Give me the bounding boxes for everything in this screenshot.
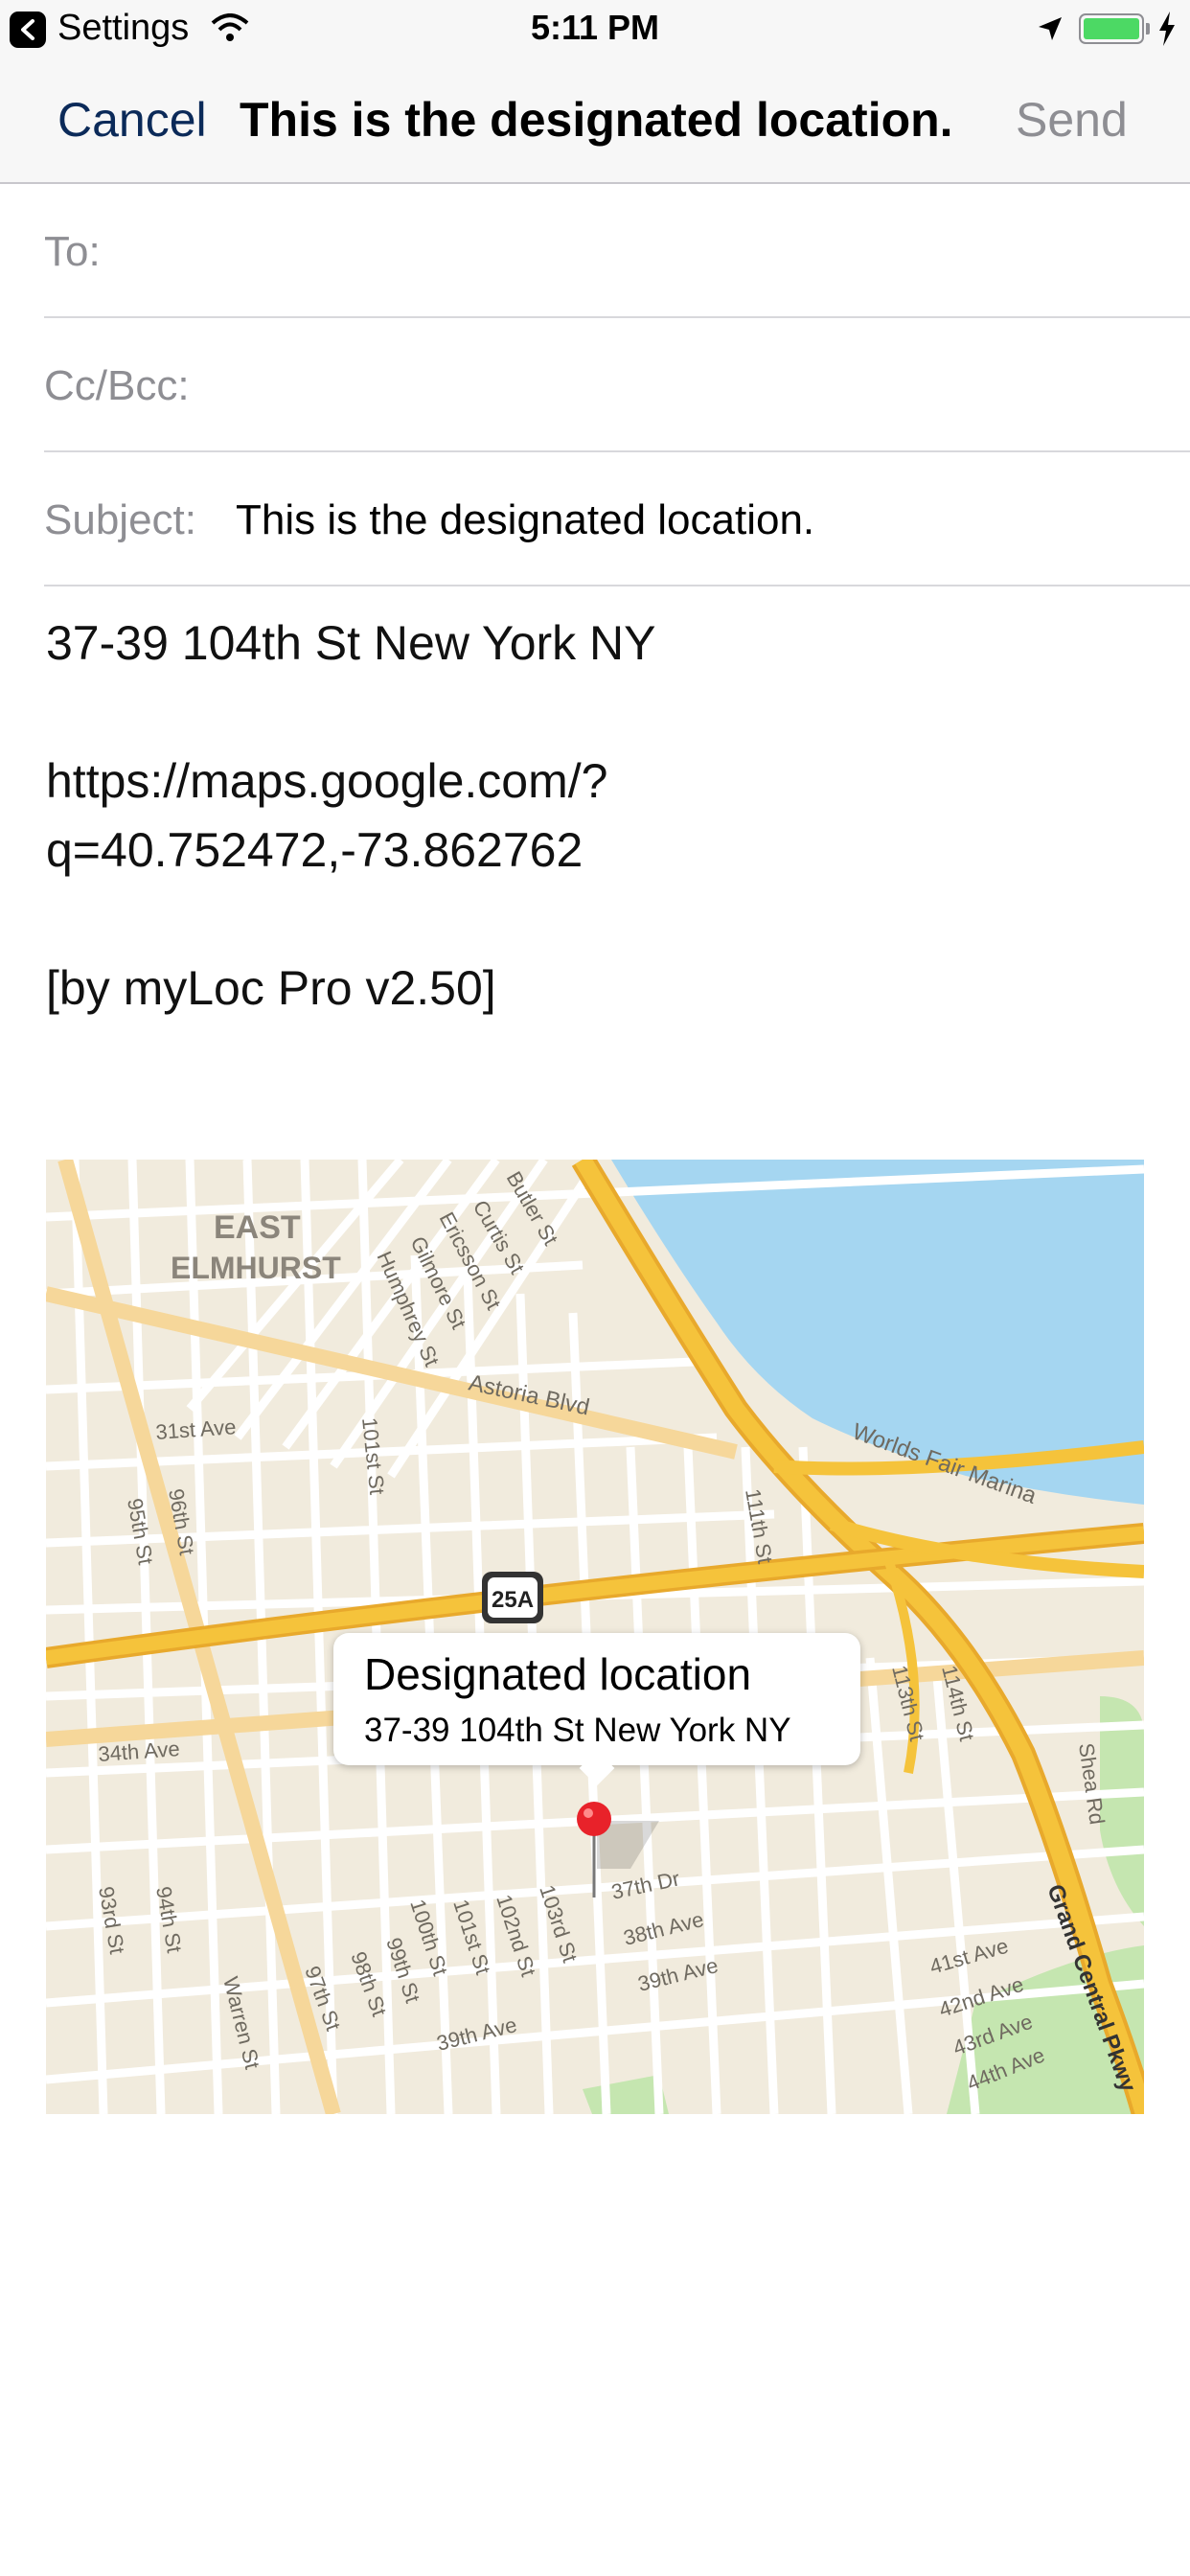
cc-bcc-field[interactable]: Cc/Bcc:	[44, 318, 1190, 452]
status-bar: Settings 5:11 PM	[0, 0, 1190, 59]
cc-bcc-label: Cc/Bcc:	[44, 362, 190, 409]
battery-nub	[1146, 23, 1150, 34]
compose-title: This is the designated location.	[240, 93, 953, 147]
battery-level	[1084, 18, 1139, 39]
location-callout[interactable]: Designated location 37-39 104th St New Y…	[333, 1633, 860, 1786]
street-label-95th: 95th St	[123, 1497, 158, 1567]
charging-bolt-icon	[1159, 12, 1175, 46]
location-arrow-icon	[1039, 17, 1062, 40]
street-label-101st-north: 101st St	[357, 1416, 389, 1496]
body-link-line1[interactable]: https://maps.google.com/?	[46, 753, 607, 809]
to-field[interactable]: To:	[44, 184, 1190, 318]
map-image[interactable]: EAST ELMHURST 25A Worlds Fair Marina Gra…	[46, 1160, 1144, 2114]
street-label-38th: 38th Ave	[621, 1907, 706, 1950]
send-button[interactable]: Send	[1016, 92, 1128, 148]
callout-title: Designated location	[364, 1649, 752, 1699]
body-signature: [by myLoc Pro v2.50]	[46, 961, 496, 1015]
subject-label: Subject:	[44, 496, 196, 543]
subject-field[interactable]: Subject: This is the designated location…	[44, 452, 1190, 586]
battery-icon	[1079, 13, 1144, 44]
neighborhood-label-2: ELMHURST	[171, 1251, 341, 1285]
street-label-31st: 31st Ave	[155, 1414, 238, 1444]
street-label-34th: 34th Ave	[98, 1736, 181, 1766]
body-link-line2[interactable]: q=40.752472,-73.862762	[46, 822, 583, 878]
cancel-button[interactable]: Cancel	[57, 92, 207, 148]
compose-nav-bar: Cancel This is the designated location. …	[0, 59, 1190, 184]
callout-subtitle: 37-39 104th St New York NY	[364, 1712, 791, 1749]
subject-input[interactable]: This is the designated location.	[236, 496, 814, 544]
to-label: To:	[44, 228, 101, 275]
body-address: 37-39 104th St New York NY	[46, 616, 656, 670]
street-label-41st: 41st Ave	[927, 1934, 1011, 1979]
neighborhood-label-1: EAST	[214, 1209, 301, 1246]
route-shield-label: 25A	[492, 1587, 534, 1613]
status-time: 5:11 PM	[530, 8, 660, 47]
